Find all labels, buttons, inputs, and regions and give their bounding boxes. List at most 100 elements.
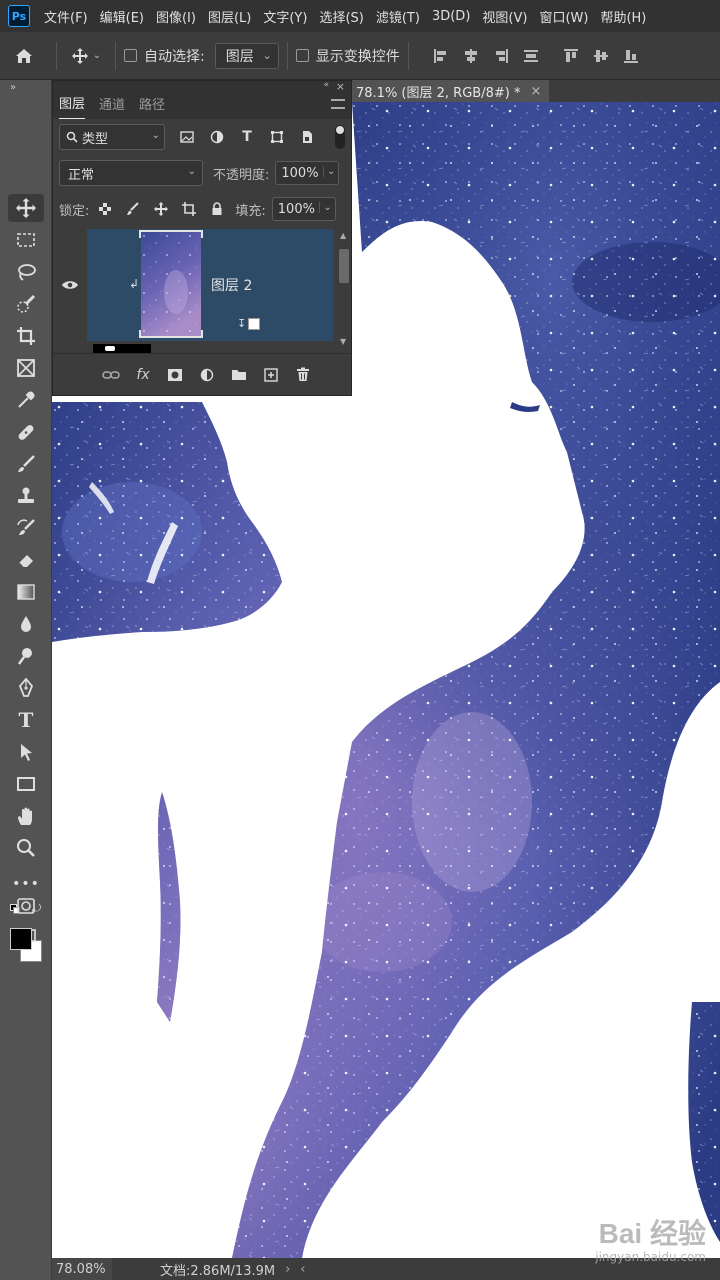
layer-list-scrollbar[interactable]: ▲ ▼ (337, 229, 351, 353)
menu-filter[interactable]: 滤镜(T) (376, 7, 420, 26)
tab-paths[interactable]: 路径 (139, 94, 165, 119)
menu-select[interactable]: 选择(S) (319, 7, 363, 26)
blend-mode-dropdown[interactable]: 正常 ⌄ (59, 160, 203, 186)
fill-field[interactable]: 100% ⌄ (271, 197, 336, 221)
close-icon[interactable]: × (530, 84, 541, 99)
frame-tool[interactable] (8, 354, 44, 382)
lock-transparency-icon[interactable] (97, 201, 113, 217)
align-right-icon[interactable] (491, 46, 511, 66)
move-tool[interactable] (8, 194, 44, 222)
menu-layer[interactable]: 图层(L) (208, 7, 251, 26)
chevron-down-icon[interactable]: ⌄ (319, 202, 332, 213)
layer-filter-dropdown[interactable]: 类型 ⌄ (59, 124, 165, 150)
scrollbar-thumb[interactable] (339, 249, 349, 283)
dodge-tool[interactable] (8, 642, 44, 670)
menu-help[interactable]: 帮助(H) (600, 7, 646, 26)
menu-window[interactable]: 窗口(W) (539, 7, 588, 26)
folder-icon[interactable] (229, 365, 249, 385)
eye-icon[interactable] (61, 279, 79, 291)
lock-artboard-icon[interactable] (181, 201, 197, 217)
baidu-jingyan-watermark: Bai 经验 jingyan.baidu.com (595, 1212, 706, 1264)
mask-icon[interactable] (165, 365, 185, 385)
menu-edit[interactable]: 编辑(E) (100, 7, 144, 26)
quick-mask-icon (17, 898, 35, 914)
scroll-down-icon[interactable]: ▼ (340, 337, 346, 346)
menu-image[interactable]: 图像(I) (156, 7, 196, 26)
smart-object-filter-icon[interactable] (299, 129, 315, 145)
adjustment-icon[interactable] (197, 365, 217, 385)
layers-panel-footer: fx (53, 353, 351, 395)
menu-file[interactable]: 文件(F) (44, 7, 88, 26)
drop-icon (21, 616, 31, 632)
home-button[interactable] (0, 32, 48, 80)
brush-icon (18, 455, 35, 472)
menu-type[interactable]: 文字(Y) (263, 7, 307, 26)
lasso-tool[interactable] (8, 258, 44, 286)
gradient-tool[interactable] (8, 578, 44, 606)
pen-tool[interactable] (8, 674, 44, 702)
show-transform-label: 显示变换控件 (315, 48, 400, 65)
path-select-tool[interactable] (8, 738, 44, 766)
hand-tool[interactable] (8, 802, 44, 830)
align-left-icon[interactable] (431, 46, 451, 66)
options-bar: ⌄ 自动选择: 图层 ⌄ 显示变换控件 (0, 32, 720, 80)
zoom-field[interactable]: 78.08% (52, 1258, 112, 1280)
layer-row[interactable]: ↲ 图层 2 ↧ (87, 229, 333, 341)
opacity-field[interactable]: 100% ⌄ (275, 161, 340, 185)
layer-name[interactable]: 图层 2 (211, 275, 252, 295)
rectangle-tool[interactable] (8, 770, 44, 798)
quick-select-tool[interactable] (8, 290, 44, 318)
eraser-icon (18, 555, 33, 568)
eraser-tool[interactable] (8, 546, 44, 574)
adjustment-filter-icon[interactable] (209, 129, 225, 145)
lock-all-icon[interactable] (209, 201, 225, 217)
move-icon (71, 47, 88, 64)
expand-panel-icon[interactable]: » (0, 80, 51, 108)
foreground-color-swatch[interactable] (10, 928, 32, 950)
stamp-tool[interactable] (8, 482, 44, 510)
new-layer-icon[interactable] (261, 365, 281, 385)
fx-icon[interactable]: fx (133, 365, 153, 385)
quick-mask-button[interactable] (8, 892, 44, 920)
panel-menu-icon[interactable] (331, 99, 345, 109)
filter-toggle[interactable] (335, 125, 345, 149)
tab-channels[interactable]: 通道 (99, 94, 125, 119)
tab-layers[interactable]: 图层 (59, 93, 86, 119)
layer-row-partial[interactable] (93, 344, 151, 353)
trash-icon[interactable] (293, 365, 313, 385)
chevron-right-icon[interactable]: › (285, 1262, 290, 1277)
chevron-down-icon[interactable]: ⌄ (323, 166, 335, 177)
type-filter-icon[interactable]: T (239, 129, 255, 145)
link-icon[interactable] (101, 365, 121, 385)
lock-pixels-icon[interactable] (125, 201, 141, 217)
healing-tool[interactable] (8, 418, 44, 446)
image-filter-icon[interactable] (179, 129, 195, 145)
history-brush-tool[interactable] (8, 514, 44, 542)
align-top-icon[interactable] (561, 46, 581, 66)
distribute-icon[interactable] (521, 46, 541, 66)
gradient-icon (17, 584, 35, 600)
brush-tool[interactable] (8, 450, 44, 478)
blur-tool[interactable] (8, 610, 44, 638)
scroll-up-icon[interactable]: ▲ (340, 231, 346, 240)
document-tab[interactable]: 78.1% (图层 2, RGB/8#) * × (352, 80, 550, 102)
show-transform-checkbox[interactable] (295, 49, 309, 62)
auto-select-target-dropdown[interactable]: 图层 ⌄ (214, 42, 279, 69)
align-center-h-icon[interactable] (461, 46, 481, 66)
align-middle-v-icon[interactable] (591, 46, 611, 66)
document-info: 文档:2.86M/13.9M (160, 1263, 276, 1279)
zoom-tool[interactable] (8, 834, 44, 862)
lock-position-icon[interactable] (153, 201, 169, 217)
type-tool[interactable]: T (8, 706, 44, 734)
align-bottom-icon[interactable] (621, 46, 641, 66)
collapse-panel-icon[interactable]: « (323, 80, 329, 90)
menu-view[interactable]: 视图(V) (482, 7, 527, 26)
crop-tool[interactable] (8, 322, 44, 350)
marquee-tool[interactable] (8, 226, 44, 254)
shape-filter-icon[interactable] (269, 129, 285, 145)
opacity-label: 不透明度: (213, 167, 270, 183)
eyedropper-tool[interactable] (8, 386, 44, 414)
auto-select-checkbox[interactable] (124, 49, 137, 62)
menu-3d[interactable]: 3D(D) (432, 9, 470, 24)
tool-preset-picker[interactable]: ⌄ (65, 47, 107, 65)
